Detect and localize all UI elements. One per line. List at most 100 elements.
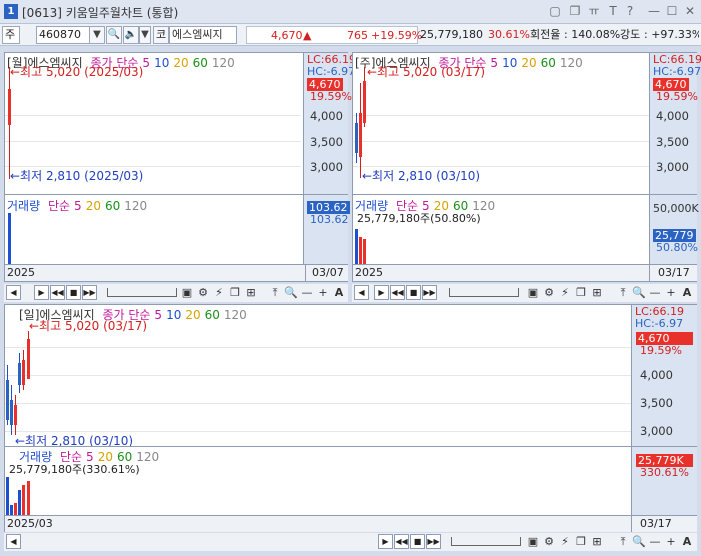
maximize-button[interactable]: ☐ xyxy=(665,4,679,18)
candle-body xyxy=(6,380,9,420)
ma10-label: 10 xyxy=(166,308,182,322)
date-axis: 2025 03/17 xyxy=(353,264,697,281)
volume-bar xyxy=(18,490,21,515)
date-end: 03/17 xyxy=(631,516,672,532)
sound-icon[interactable]: 🔈 xyxy=(123,26,139,44)
volume-tick: 50,000K xyxy=(653,202,699,215)
last-button[interactable]: ▶▶ xyxy=(426,534,441,549)
volume-readout: 25,779,180주(330.61%) xyxy=(9,463,140,476)
low-label: ←최저 2,810 (03/10) xyxy=(362,169,481,183)
window-icon[interactable]: ❐ xyxy=(574,285,588,300)
zoom-slider[interactable] xyxy=(107,288,177,297)
ma5-label: 5 xyxy=(154,308,163,322)
zoom-slider[interactable] xyxy=(449,288,519,297)
stop-button[interactable]: ■ xyxy=(406,285,421,300)
monthly-chart-panel[interactable]: [월]에스엠씨지 종가 단순 5 10 20 60 120 ←최고 5,020 (2025… xyxy=(4,52,356,282)
tool-icon[interactable]: ⚡ xyxy=(212,285,226,300)
font-icon[interactable]: A xyxy=(332,285,346,300)
volume-title: 거래량 xyxy=(7,199,41,213)
zoom-out-icon[interactable]: — xyxy=(300,285,314,300)
zoom-in-icon[interactable]: + xyxy=(316,285,330,300)
copy-icon[interactable]: ❐ xyxy=(568,4,582,18)
price-tick: 3,500 xyxy=(310,135,343,149)
window-icon[interactable]: ❐ xyxy=(228,285,242,300)
candle-body xyxy=(18,363,21,385)
tool-icon[interactable]: ⚡ xyxy=(558,285,572,300)
grid-line xyxy=(5,375,631,376)
screen-icon[interactable]: ▢ xyxy=(548,4,562,18)
scroll-right-button[interactable]: ▶ xyxy=(378,534,393,549)
sound-dropdown-button[interactable]: ▼ xyxy=(139,26,151,44)
grid-icon[interactable]: ⊞ xyxy=(590,285,604,300)
box-icon[interactable]: ▣ xyxy=(526,285,540,300)
help-icon[interactable]: ? xyxy=(623,4,637,18)
search-icon[interactable]: 🔍 xyxy=(632,534,646,549)
code-dropdown-button[interactable]: ▼ xyxy=(89,26,105,44)
weekly-chart-panel[interactable]: [주]에스엠씨지 종가 단순 5 10 20 60 120 ←최고 5,020 (03/1… xyxy=(352,52,701,282)
last-button[interactable]: ▶▶ xyxy=(82,285,97,300)
grid-icon[interactable]: ⊞ xyxy=(244,285,258,300)
date-axis: 2025 03/07 xyxy=(5,264,348,281)
scroll-right-button[interactable]: ▶ xyxy=(34,285,49,300)
volume-bar xyxy=(22,485,25,515)
search-icon[interactable]: 🔍 xyxy=(284,285,298,300)
gear-icon[interactable]: ⚙ xyxy=(542,534,556,549)
current-price: 4,670 xyxy=(271,29,303,42)
date-axis: 2025/03 03/17 xyxy=(5,515,697,532)
zoom-slider[interactable] xyxy=(451,537,521,546)
price-tick: 3,500 xyxy=(640,396,673,410)
code-input[interactable]: 460870 xyxy=(36,26,90,44)
cursor-icon[interactable]: ⤒ xyxy=(616,534,630,549)
price-axis: LC:66.19 HC:-6.97 4,670 19.59% 4,000 3,5… xyxy=(303,53,356,194)
scroll-right-button[interactable]: ▶ xyxy=(374,285,389,300)
zoom-in-icon[interactable]: + xyxy=(664,534,678,549)
text-icon[interactable]: T xyxy=(606,4,620,18)
scroll-left-button[interactable]: ◀ xyxy=(354,285,369,300)
stop-button[interactable]: ■ xyxy=(66,285,81,300)
price-tick: 4,000 xyxy=(640,368,673,382)
volume-bar xyxy=(10,505,13,515)
hc-value: HC:-6.97 xyxy=(307,65,356,78)
ma20-label: 20 xyxy=(173,56,189,70)
candle-body xyxy=(14,405,17,425)
first-button[interactable]: ◀◀ xyxy=(50,285,65,300)
zoom-in-icon[interactable]: + xyxy=(664,285,678,300)
first-button[interactable]: ◀◀ xyxy=(390,285,405,300)
scroll-left-button[interactable]: ◀ xyxy=(6,285,21,300)
cursor-icon[interactable]: ⤒ xyxy=(616,285,630,300)
daily-chart-panel[interactable]: [일]에스엠씨지 종가 단순 5 10 20 60 120 ←최고 5,020 (03/1… xyxy=(4,304,697,532)
grid-icon[interactable]: ⊞ xyxy=(590,534,604,549)
strength-value: : +97.33% xyxy=(644,28,699,41)
box-icon[interactable]: ▣ xyxy=(526,534,540,549)
window-icon[interactable]: ❐ xyxy=(574,534,588,549)
low-label: ←최저 2,810 (2025/03) xyxy=(10,169,144,183)
turnover-value: : 140.08% xyxy=(564,28,621,41)
minimize-button[interactable]: — xyxy=(647,4,661,18)
gear-icon[interactable]: ⚙ xyxy=(196,285,210,300)
zoom-out-icon[interactable]: — xyxy=(648,285,662,300)
zoom-out-icon[interactable]: — xyxy=(648,534,662,549)
scroll-left-button[interactable]: ◀ xyxy=(6,534,21,549)
gear-icon[interactable]: ⚙ xyxy=(542,285,556,300)
ma60-label: 60 xyxy=(192,56,208,70)
search-icon[interactable]: 🔍 xyxy=(106,26,122,44)
font-icon[interactable]: A xyxy=(680,285,694,300)
market-select[interactable]: 주 xyxy=(2,26,20,44)
first-button[interactable]: ◀◀ xyxy=(394,534,409,549)
ma20-label: 20 xyxy=(85,199,101,213)
volume-bar xyxy=(359,237,362,264)
box-icon[interactable]: ▣ xyxy=(180,285,194,300)
tool-icon[interactable]: ⚡ xyxy=(558,534,572,549)
last-button[interactable]: ▶▶ xyxy=(422,285,437,300)
cursor-icon[interactable]: ⤒ xyxy=(268,285,282,300)
close-button[interactable]: ✕ xyxy=(683,4,697,18)
price-tick: 3,000 xyxy=(310,160,343,174)
stop-button[interactable]: ■ xyxy=(410,534,425,549)
grid-line xyxy=(5,115,301,116)
price-axis: LC:66.19 HC:-6.97 4,670 19.59% 4,000 3,5… xyxy=(631,305,697,446)
date-start: 2025 xyxy=(355,266,383,279)
font-icon[interactable]: A xyxy=(680,534,694,549)
pin-icon[interactable]: ㅠ xyxy=(587,4,601,18)
quote-box: 4,670 ▲ 765 +19.59% xyxy=(246,26,422,44)
search-icon[interactable]: 🔍 xyxy=(632,285,646,300)
